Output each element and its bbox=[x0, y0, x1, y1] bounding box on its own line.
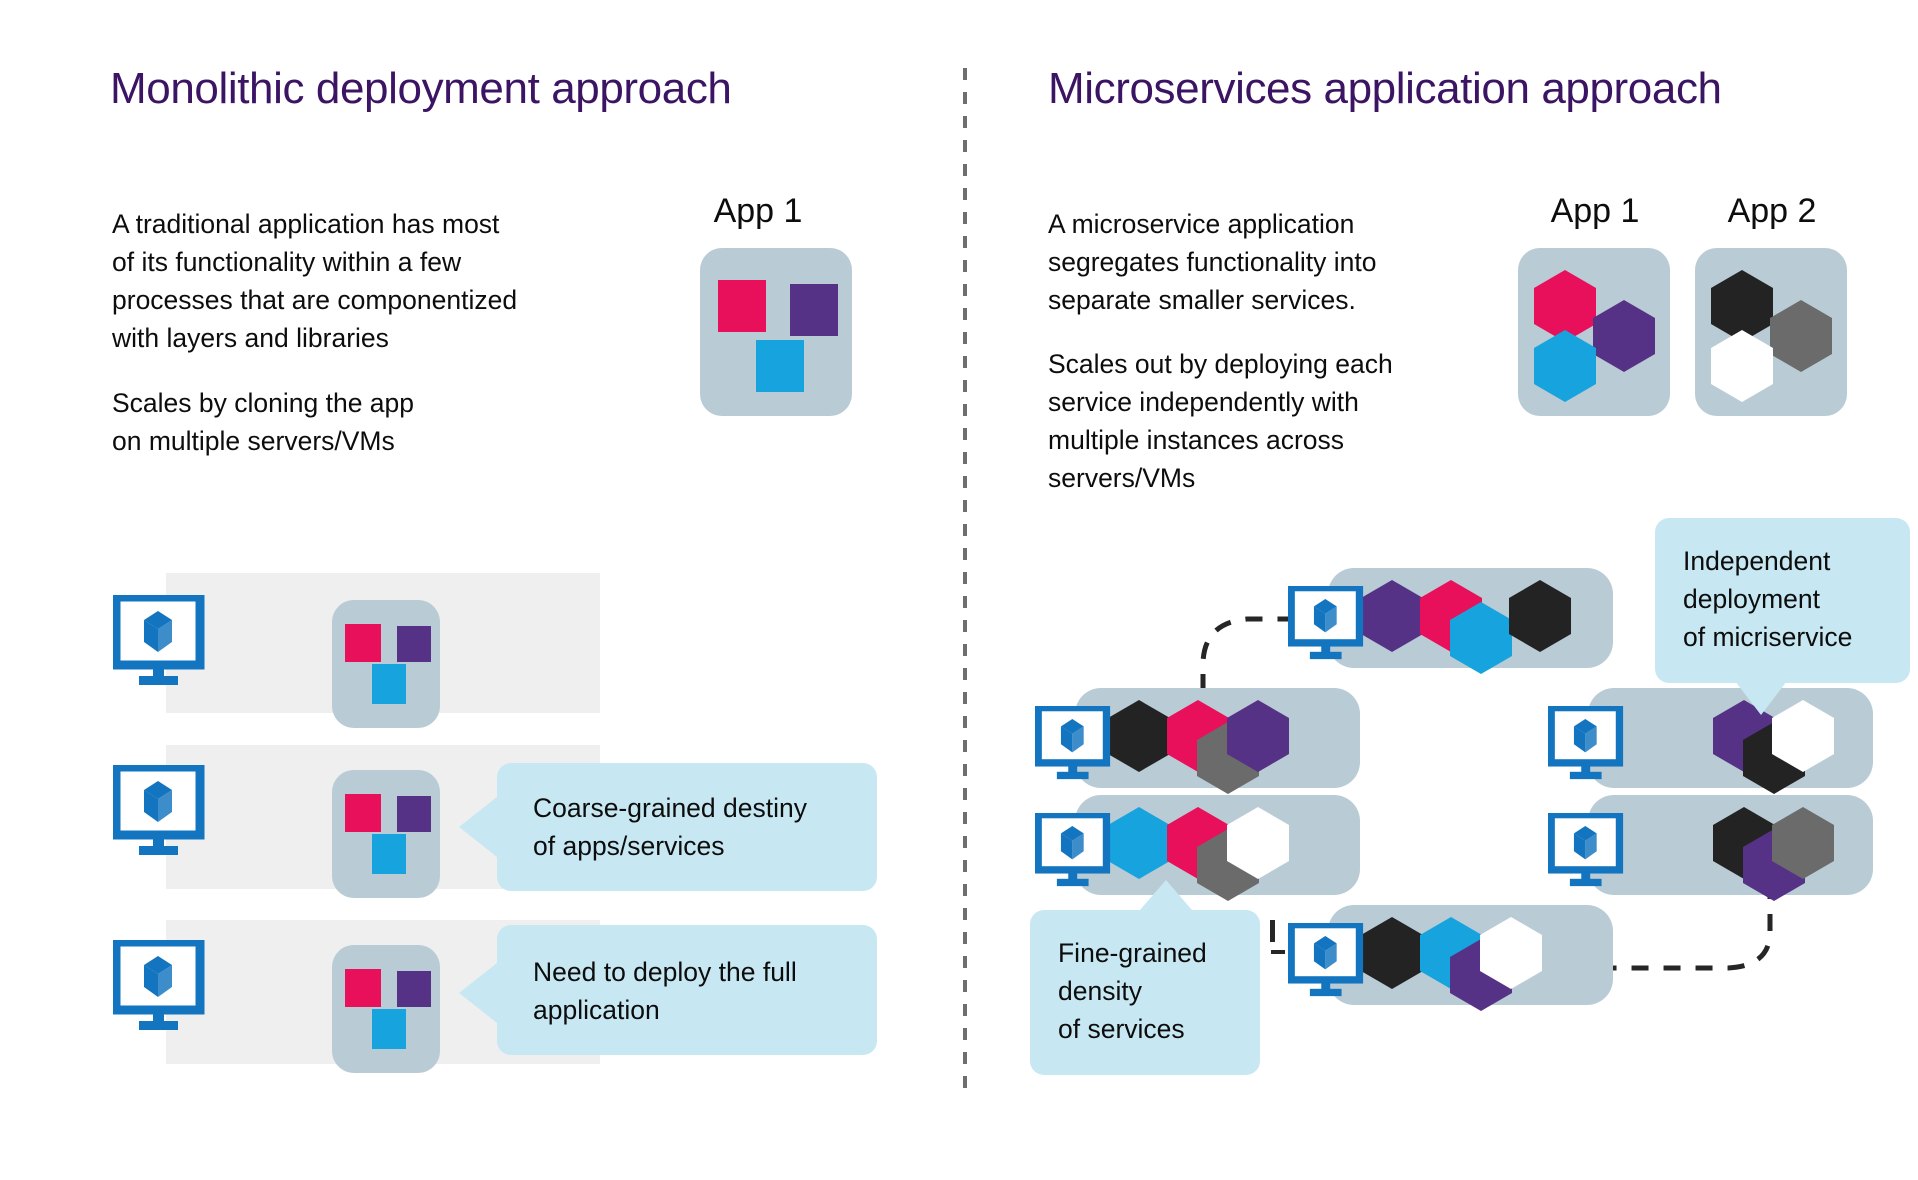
left-paragraph-1: A traditional application has most of its… bbox=[112, 209, 518, 353]
right-app2-label: App 2 bbox=[1727, 192, 1817, 230]
hexagon-group-app1 bbox=[1518, 248, 1670, 416]
server-app-tile-1 bbox=[332, 600, 440, 728]
callout-independent-deployment-text: Independent deployment of micriservice bbox=[1683, 546, 1853, 652]
monitor-with-cube-icon bbox=[113, 765, 217, 861]
monolith-app-tile bbox=[700, 248, 852, 416]
square-purple-icon bbox=[397, 626, 431, 662]
hexagon-group-app2 bbox=[1695, 248, 1847, 416]
right-app1-label: App 1 bbox=[1550, 192, 1640, 230]
monitor-with-cube-icon bbox=[1548, 813, 1634, 891]
callout-independent-deployment: Independent deployment of micriservice bbox=[1655, 518, 1910, 715]
hexagon-purple-icon bbox=[1593, 300, 1655, 372]
hexagon-group-cluster-bottom bbox=[1356, 897, 1614, 1013]
monitor-with-cube-icon bbox=[113, 595, 217, 691]
left-panel-title: Monolithic deployment approach bbox=[110, 64, 732, 113]
callout-fine-grained: Fine-grained density of services bbox=[1030, 880, 1260, 1075]
hexagon-grey-icon bbox=[1770, 300, 1832, 372]
callout-need-deploy: Need to deploy the full application bbox=[459, 925, 877, 1055]
monitor-with-cube-icon bbox=[1288, 923, 1374, 1001]
connector-tick-3 bbox=[1270, 920, 1275, 942]
monitor-with-cube-icon bbox=[1288, 586, 1374, 664]
square-blue-icon bbox=[372, 834, 406, 874]
hexagon-group-cluster-low-right bbox=[1616, 787, 1874, 903]
square-purple-icon bbox=[790, 284, 838, 336]
callout-tail-icon bbox=[459, 963, 497, 1023]
square-blue-icon bbox=[372, 1009, 406, 1049]
square-purple-icon bbox=[397, 971, 431, 1007]
hexagon-blue-icon bbox=[1534, 330, 1596, 402]
hexagon-group-cluster-mid-left bbox=[1103, 680, 1361, 796]
right-paragraph-1: A microservice application segregates fun… bbox=[1048, 209, 1377, 315]
app2-hex-tile bbox=[1695, 248, 1847, 416]
hexagon-black-icon bbox=[1509, 580, 1571, 652]
monitor-with-cube-icon bbox=[1035, 706, 1121, 784]
square-red-icon bbox=[345, 969, 381, 1007]
right-panel-title: Microservices application approach bbox=[1048, 64, 1722, 113]
server-app-tile-2 bbox=[332, 770, 440, 898]
app1-hex-tile bbox=[1518, 248, 1670, 416]
square-red-icon bbox=[345, 624, 381, 662]
callout-need-deploy-text: Need to deploy the full application bbox=[533, 957, 797, 1025]
callout-tail-icon bbox=[1735, 681, 1787, 715]
callout-coarse-grained-text: Coarse-grained destiny of apps/services bbox=[533, 793, 807, 861]
hexagon-group-cluster-top bbox=[1356, 560, 1614, 676]
left-paragraph-2: Scales by cloning the app on multiple ser… bbox=[112, 388, 415, 456]
callout-fine-grained-text: Fine-grained density of services bbox=[1058, 938, 1207, 1044]
left-app1-label: App 1 bbox=[713, 192, 803, 230]
panel-divider bbox=[963, 68, 967, 1088]
square-blue-icon bbox=[372, 664, 406, 704]
callout-tail-icon bbox=[459, 797, 497, 857]
monitor-with-cube-icon bbox=[1035, 813, 1121, 891]
diagram-canvas: Monolithic deployment approach A traditi… bbox=[0, 0, 1918, 1180]
callout-coarse-grained: Coarse-grained destiny of apps/services bbox=[459, 763, 877, 891]
monitor-with-cube-icon bbox=[1548, 706, 1634, 784]
square-red-icon bbox=[718, 280, 766, 332]
server-app-tile-3 bbox=[332, 945, 440, 1073]
hexagon-white-icon bbox=[1711, 330, 1773, 402]
monitor-with-cube-icon bbox=[113, 940, 217, 1036]
square-red-icon bbox=[345, 794, 381, 832]
square-blue-icon bbox=[756, 340, 804, 392]
right-paragraph-2: Scales out by deploying each service inde… bbox=[1048, 349, 1393, 493]
callout-tail-icon bbox=[1140, 880, 1192, 910]
square-purple-icon bbox=[397, 796, 431, 832]
